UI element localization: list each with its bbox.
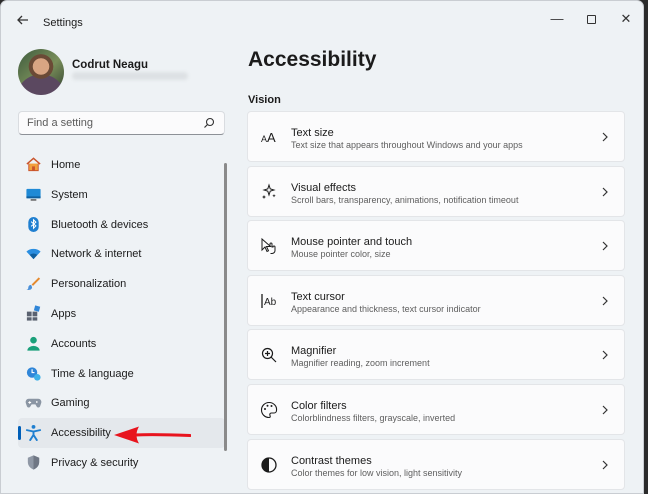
sidebar-item-personalization[interactable]: Personalization — [18, 269, 225, 299]
window-title: Settings — [43, 17, 83, 29]
card-description: Color themes for low vision, light sensi… — [291, 467, 463, 478]
card-title: Mouse pointer and touch — [291, 236, 413, 249]
brush-icon — [26, 277, 41, 291]
sidebar-item-label: Network & internet — [51, 248, 142, 261]
back-arrow-icon[interactable] — [13, 13, 33, 31]
card-visual-effects[interactable]: Visual effects Scroll bars, transparency… — [247, 165, 625, 217]
settings-list: A A Text size Text size that appears thr… — [247, 111, 625, 493]
sidebar-item-label: Bluetooth & devices — [51, 218, 149, 231]
sidebar-item-label: Personalization — [51, 278, 127, 291]
svg-text:Ab: Ab — [264, 297, 277, 308]
sidebar-item-label: Accounts — [51, 337, 97, 350]
apps-icon — [26, 305, 41, 321]
sidebar-item-label: Privacy & security — [51, 456, 139, 469]
card-title: Magnifier — [291, 345, 337, 358]
card-title: Text cursor — [291, 290, 345, 303]
palette-icon — [261, 401, 278, 419]
sidebar-item-accounts[interactable]: Accounts — [18, 329, 225, 359]
settings-window: Settings — ✕ Codrut Neagu Home — [0, 0, 644, 494]
card-magnifier[interactable]: Magnifier Magnifier reading, zoom increm… — [247, 329, 625, 381]
close-button[interactable]: ✕ — [613, 9, 639, 29]
user-email-blurred — [72, 72, 188, 80]
card-description: Scroll bars, transparency, animations, n… — [291, 194, 519, 205]
card-text-cursor[interactable]: Ab Text cursor Appearance and thickness,… — [247, 274, 625, 326]
sidebar-item-label: System — [51, 188, 88, 201]
text-cursor-icon: Ab — [261, 293, 277, 308]
sidebar-item-label: Gaming — [51, 397, 90, 410]
card-description: Colorblindness filters, grayscale, inver… — [291, 412, 456, 423]
wifi-icon — [26, 249, 41, 260]
card-color-filters[interactable]: Color filters Colorblindness filters, gr… — [247, 383, 625, 435]
sidebar-item-privacy-security[interactable]: Privacy & security — [18, 448, 225, 478]
card-text-size[interactable]: A A Text size Text size that appears thr… — [247, 111, 625, 162]
chevron-right-icon — [602, 460, 608, 469]
card-description: Text size that appears throughout Window… — [291, 140, 523, 150]
chevron-right-icon — [602, 405, 608, 415]
accounts-icon — [27, 336, 40, 351]
contrast-icon — [261, 456, 277, 473]
sidebar-item-label: Time & language — [51, 367, 134, 380]
card-title: Color filters — [291, 399, 347, 412]
section-title: Vision — [248, 94, 281, 106]
sidebar-scrollbar[interactable] — [224, 163, 227, 451]
text-size-icon: A A — [261, 130, 276, 145]
avatar[interactable] — [18, 49, 64, 95]
sidebar-item-bluetooth-devices[interactable]: Bluetooth & devices — [18, 210, 225, 240]
card-title: Text size — [291, 127, 334, 139]
card-mouse-pointer-touch[interactable]: Mouse pointer and touch Mouse pointer co… — [247, 220, 625, 272]
sidebar-item-system[interactable]: System — [18, 180, 225, 210]
minimize-button[interactable]: — — [544, 9, 570, 29]
title-bar: Settings — ✕ — [1, 1, 643, 41]
home-icon — [26, 157, 41, 172]
chevron-right-icon — [602, 241, 608, 251]
system-icon — [26, 188, 41, 201]
maximize-button[interactable] — [578, 9, 604, 29]
sparkle-icon — [262, 182, 276, 199]
sidebar-item-home[interactable]: Home — [18, 150, 225, 180]
search-box[interactable] — [18, 111, 225, 135]
shield-icon — [27, 455, 40, 470]
sidebar-item-gaming[interactable]: Gaming — [18, 388, 225, 418]
sidebar-item-network-internet[interactable]: Network & internet — [18, 239, 225, 269]
card-description: Appearance and thickness, text cursor in… — [291, 303, 481, 314]
sidebar-item-label: Apps — [51, 307, 77, 320]
bluetooth-icon — [28, 216, 39, 232]
chevron-right-icon — [602, 187, 608, 197]
maximize-icon — [586, 15, 596, 25]
clock-globe-icon — [26, 366, 41, 381]
user-name: Codrut Neagu — [72, 59, 149, 71]
pointer-icon — [261, 238, 276, 255]
search-input[interactable] — [27, 115, 197, 131]
sidebar-item-label: Home — [51, 159, 81, 171]
gamepad-icon — [25, 399, 42, 408]
chevron-right-icon — [602, 296, 608, 306]
page-title: Accessibility — [248, 48, 377, 71]
annotation-arrow-icon — [114, 426, 191, 444]
card-title: Visual effects — [291, 181, 357, 194]
search-icon[interactable] — [202, 116, 216, 130]
chevron-right-icon — [602, 132, 608, 142]
magnifier-icon — [261, 348, 277, 363]
chevron-right-icon — [602, 350, 608, 360]
accessibility-icon — [25, 425, 42, 442]
card-description: Magnifier reading, zoom increment — [291, 358, 430, 369]
sidebar-item-label: Accessibility — [51, 427, 111, 440]
card-title: Contrast themes — [291, 454, 372, 467]
card-contrast-themes[interactable]: Contrast themes Color themes for low vis… — [247, 438, 625, 490]
sidebar-item-time-language[interactable]: Time & language — [18, 359, 225, 389]
svg-text:A: A — [267, 130, 276, 145]
sidebar-item-apps[interactable]: Apps — [18, 299, 225, 329]
card-description: Mouse pointer color, size — [291, 249, 391, 260]
